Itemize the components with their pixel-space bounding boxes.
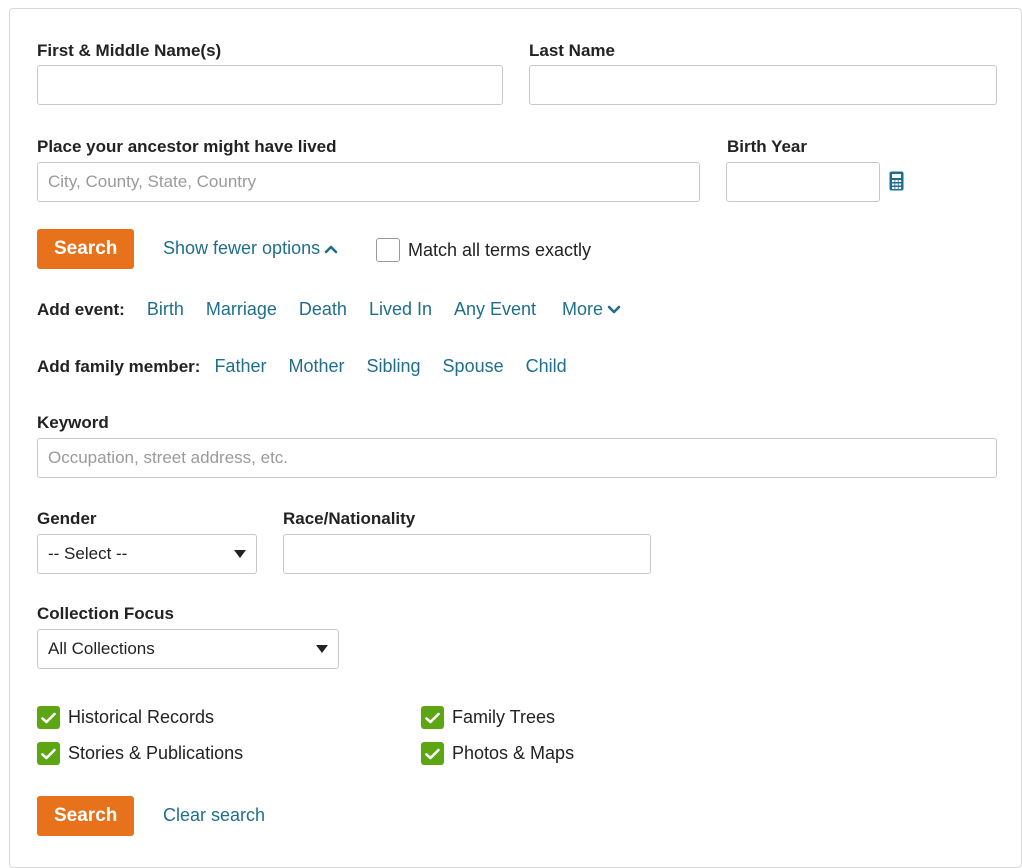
- family-spouse-link[interactable]: Spouse: [443, 356, 504, 377]
- match-exact-label: Match all terms exactly: [408, 239, 592, 260]
- add-family-row: Add family member: Father Mother Sibling…: [37, 356, 589, 377]
- event-marriage-link[interactable]: Marriage: [206, 299, 277, 320]
- event-death-link[interactable]: Death: [299, 299, 347, 320]
- add-event-label: Add event:: [37, 299, 125, 319]
- dropdown-caret-icon: [316, 645, 328, 653]
- filter-label: Photos & Maps: [452, 743, 575, 763]
- add-family-label: Add family member:: [37, 356, 201, 376]
- chevron-down-icon: [607, 305, 621, 313]
- gender-select[interactable]: -- Select --: [37, 534, 257, 574]
- search-button[interactable]: Search: [37, 229, 135, 269]
- calculator-icon[interactable]: [889, 171, 904, 196]
- checkbox-checked-icon[interactable]: [421, 706, 444, 729]
- gender-label: Gender: [37, 509, 97, 528]
- filter-label: Stories & Publications: [68, 743, 244, 763]
- dropdown-caret-icon: [234, 550, 246, 558]
- filter-label: Family Trees: [452, 707, 556, 727]
- collection-focus-label: Collection Focus: [37, 604, 174, 623]
- family-sibling-link[interactable]: Sibling: [367, 356, 421, 377]
- keyword-input[interactable]: [37, 438, 997, 478]
- filter-label: Historical Records: [68, 707, 215, 727]
- first-name-label: First & Middle Name(s): [37, 41, 222, 60]
- add-event-row: Add event: Birth Marriage Death Lived In…: [37, 299, 621, 320]
- event-lived-in-link[interactable]: Lived In: [369, 299, 432, 320]
- checkbox-checked-icon[interactable]: [37, 742, 60, 765]
- match-exact-box[interactable]: [376, 238, 400, 262]
- show-fewer-options-label[interactable]: Show fewer options: [163, 238, 320, 259]
- filter-stories-publications[interactable]: Stories & Publications: [37, 742, 243, 765]
- filter-photos-maps[interactable]: Photos & Maps: [421, 742, 574, 765]
- event-birth-link[interactable]: Birth: [147, 299, 184, 320]
- show-fewer-options-link[interactable]: Show fewer options: [163, 238, 338, 259]
- checkbox-checked-icon[interactable]: [37, 706, 60, 729]
- collection-selected-value: All Collections: [48, 639, 155, 658]
- collection-focus-select[interactable]: All Collections: [37, 629, 339, 669]
- race-nationality-input[interactable]: [283, 534, 651, 574]
- more-events-link[interactable]: More: [562, 299, 621, 320]
- birth-year-input[interactable]: [726, 162, 880, 202]
- place-label: Place your ancestor might have lived: [37, 137, 337, 156]
- chevron-up-icon: [324, 245, 338, 253]
- more-events-label[interactable]: More: [562, 299, 603, 320]
- clear-search-link[interactable]: Clear search: [163, 805, 265, 826]
- place-input[interactable]: [37, 162, 700, 202]
- family-father-link[interactable]: Father: [214, 356, 266, 377]
- last-name-input[interactable]: [529, 65, 997, 105]
- birth-year-label: Birth Year: [727, 137, 808, 156]
- family-child-link[interactable]: Child: [526, 356, 567, 377]
- gender-selected-value: -- Select --: [48, 544, 128, 563]
- event-any-event-link[interactable]: Any Event: [454, 299, 536, 320]
- bottom-search-button[interactable]: Search: [37, 796, 135, 836]
- race-label: Race/Nationality: [283, 509, 416, 528]
- filter-family-trees[interactable]: Family Trees: [421, 706, 555, 729]
- first-name-input[interactable]: [37, 65, 503, 105]
- checkbox-checked-icon[interactable]: [421, 742, 444, 765]
- last-name-label: Last Name: [529, 41, 615, 60]
- match-exact-checkbox[interactable]: Match all terms exactly: [376, 238, 591, 262]
- family-mother-link[interactable]: Mother: [288, 356, 344, 377]
- filter-historical-records[interactable]: Historical Records: [37, 706, 214, 729]
- keyword-label: Keyword: [37, 413, 109, 432]
